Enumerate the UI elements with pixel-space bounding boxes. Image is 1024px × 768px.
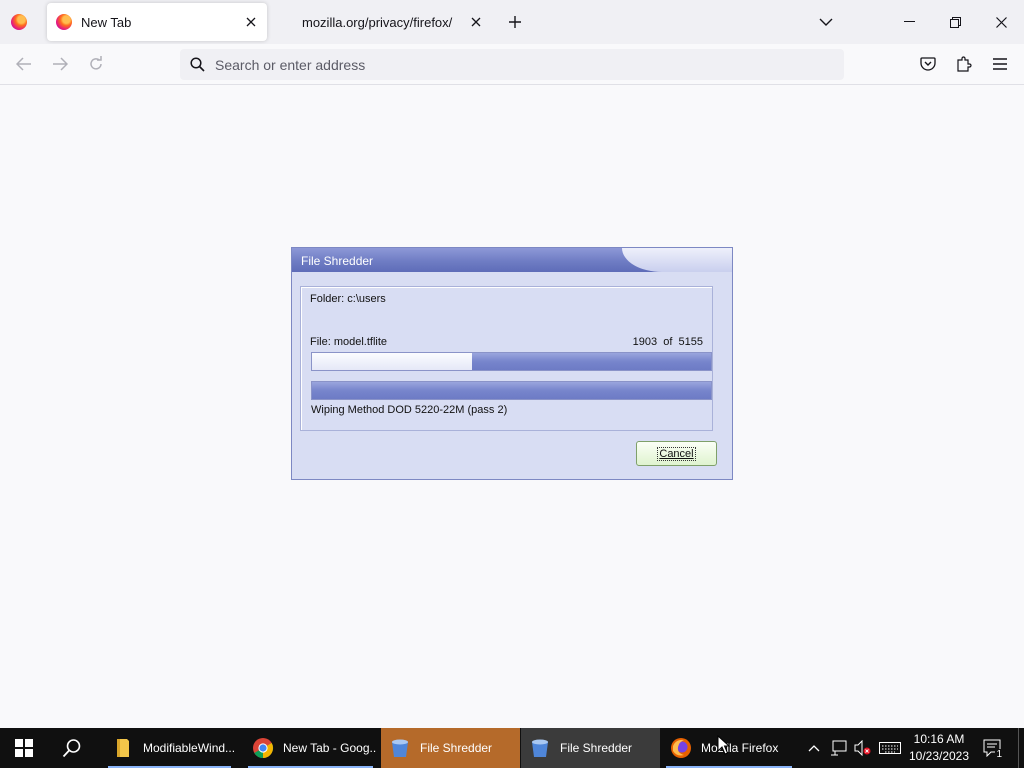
show-hidden-icons-button[interactable] bbox=[804, 728, 824, 768]
pocket-icon bbox=[920, 56, 936, 71]
notification-count: 1 bbox=[995, 749, 1003, 760]
list-all-tabs-button[interactable] bbox=[814, 10, 838, 34]
shredder-icon bbox=[392, 739, 408, 757]
taskbar-app-label: New Tab - Goog... bbox=[283, 741, 377, 755]
reload-button[interactable] bbox=[84, 52, 108, 76]
close-window-button[interactable] bbox=[978, 0, 1024, 44]
tab-close-icon[interactable] bbox=[464, 10, 488, 34]
counter-current: 1903 bbox=[632, 336, 658, 348]
speaker-muted-icon bbox=[854, 740, 871, 756]
address-bar[interactable] bbox=[180, 49, 844, 80]
chrome-icon bbox=[253, 738, 274, 759]
shredder-icon bbox=[532, 739, 548, 757]
minimize-button[interactable] bbox=[886, 0, 932, 44]
pass-progress-fill bbox=[312, 382, 711, 399]
pocket-button[interactable] bbox=[916, 52, 940, 76]
file-progress-fill bbox=[471, 353, 711, 370]
show-desktop-button[interactable] bbox=[1018, 728, 1024, 768]
progress-panel: Folder: c:\users File: model.tflite 1903… bbox=[300, 286, 713, 431]
counter-total: 5155 bbox=[678, 336, 703, 348]
restore-button[interactable] bbox=[932, 0, 978, 44]
tab-privacy[interactable]: mozilla.org/privacy/firefox/ bbox=[270, 3, 492, 41]
taskbar-search-button[interactable] bbox=[48, 728, 96, 768]
taskbar-app-file-shredder-2[interactable]: File Shredder bbox=[521, 728, 660, 768]
pass-progress-bar bbox=[311, 381, 712, 400]
restore-icon bbox=[949, 16, 961, 28]
reload-icon bbox=[90, 56, 102, 70]
forward-button[interactable] bbox=[48, 52, 72, 76]
extensions-button[interactable] bbox=[952, 52, 976, 76]
dialog-title-bar[interactable]: File Shredder bbox=[292, 248, 732, 272]
notification-center-button[interactable]: 1 bbox=[982, 728, 1004, 768]
navigation-toolbar bbox=[0, 44, 1024, 85]
taskbar-app-label: Mozilla Firefox bbox=[701, 741, 779, 755]
network-tray-button[interactable] bbox=[828, 728, 850, 768]
start-button[interactable] bbox=[0, 728, 48, 768]
firefox-tab-icon bbox=[56, 14, 72, 30]
dialog-title: File Shredder bbox=[301, 254, 374, 268]
close-icon bbox=[995, 16, 1007, 28]
file-counter: 1903 of 5155 bbox=[633, 336, 703, 348]
search-icon bbox=[62, 739, 81, 758]
new-tab-button[interactable] bbox=[503, 10, 527, 34]
clock-date: 10/23/2023 bbox=[908, 749, 970, 763]
chevron-down-icon bbox=[819, 18, 833, 26]
network-icon bbox=[831, 740, 847, 756]
keyboard-tray-button[interactable] bbox=[877, 728, 903, 768]
title-bar-decoration bbox=[622, 248, 732, 272]
app-menu-button[interactable] bbox=[988, 52, 1012, 76]
arrow-right-icon bbox=[53, 57, 68, 71]
keyboard-icon bbox=[879, 742, 901, 754]
counter-of: of bbox=[663, 336, 673, 348]
folder-label: Folder: c:\users bbox=[310, 293, 386, 305]
tab-title: mozilla.org/privacy/firefox/ bbox=[302, 14, 453, 30]
taskbar-app-chrome[interactable]: New Tab - Goog... bbox=[244, 728, 377, 768]
tab-close-icon[interactable] bbox=[239, 10, 263, 34]
windows-taskbar: ModifiableWind... New Tab - Goog... File… bbox=[0, 728, 1024, 768]
puzzle-icon bbox=[957, 56, 972, 72]
windows-logo-icon bbox=[15, 739, 33, 757]
file-label: File: model.tflite bbox=[310, 336, 388, 348]
arrow-left-icon bbox=[16, 57, 31, 71]
wiping-method-label: Wiping Method DOD 5220-22M (pass 2) bbox=[311, 404, 508, 416]
folder-icon bbox=[117, 739, 129, 757]
tab-title: New Tab bbox=[81, 14, 132, 30]
back-button[interactable] bbox=[12, 52, 36, 76]
file-progress-bar bbox=[311, 352, 712, 371]
taskbar-app-label: File Shredder bbox=[420, 741, 493, 755]
file-progress-remaining bbox=[312, 353, 472, 370]
search-icon bbox=[188, 56, 206, 74]
mouse-cursor-icon bbox=[717, 735, 730, 755]
url-input[interactable] bbox=[215, 56, 815, 73]
tab-strip: New Tab mozilla.org/privacy/firefox/ bbox=[0, 0, 1024, 44]
firefox-icon bbox=[671, 738, 691, 758]
plus-icon bbox=[509, 16, 521, 28]
taskbar-app-label: File Shredder bbox=[560, 741, 633, 755]
hamburger-menu-icon bbox=[993, 58, 1007, 70]
taskbar-app-explorer[interactable]: ModifiableWind... bbox=[104, 728, 235, 768]
clock-time: 10:16 AM bbox=[913, 732, 965, 746]
tab-new-tab[interactable]: New Tab bbox=[47, 3, 267, 41]
system-clock[interactable]: 10:16 AM 10/23/2023 bbox=[905, 731, 973, 765]
cancel-label: Cancel bbox=[657, 446, 696, 461]
chevron-up-icon bbox=[808, 745, 820, 752]
file-shredder-dialog: File Shredder Folder: c:\users File: mod… bbox=[291, 247, 733, 480]
firefox-menu-icon[interactable] bbox=[11, 14, 27, 30]
taskbar-app-label: ModifiableWind... bbox=[143, 741, 235, 755]
taskbar-app-file-shredder[interactable]: File Shredder bbox=[381, 728, 520, 768]
volume-tray-button[interactable] bbox=[852, 728, 874, 768]
cancel-button[interactable]: Cancel bbox=[636, 441, 717, 466]
minimize-icon bbox=[903, 21, 915, 22]
